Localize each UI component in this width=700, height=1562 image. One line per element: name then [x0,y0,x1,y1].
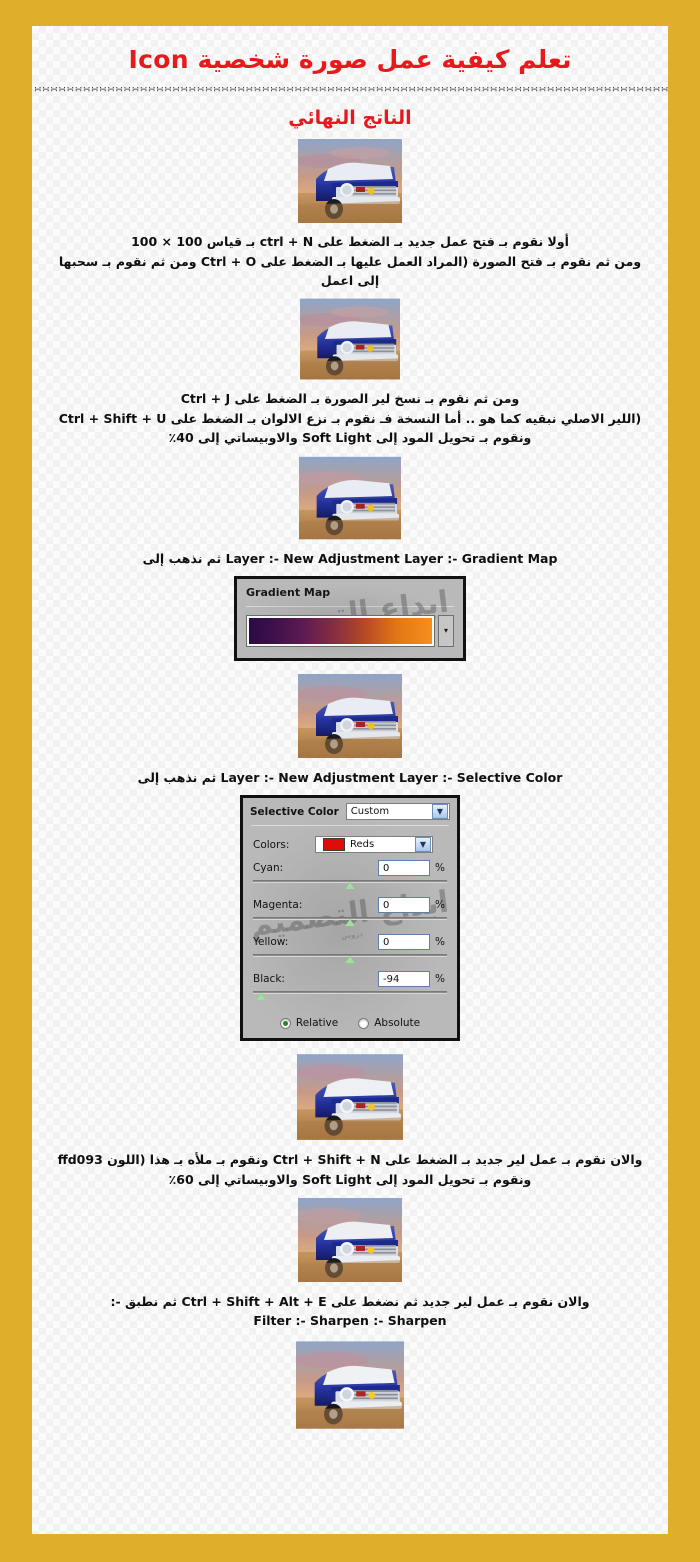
gradient-swatch[interactable] [246,614,435,647]
black-slider[interactable] [253,990,447,1001]
colors-row: Colors: Reds ▼ [253,836,447,854]
preset-dropdown[interactable]: Custom ▼ [345,803,450,821]
cyan-input[interactable]: 0 [378,860,430,877]
radio-selected-icon[interactable] [279,1017,291,1029]
chevron-down-icon[interactable]: ▾ [438,614,454,647]
yellow-unit: % [435,936,445,949]
final-result-heading: الناتج النهائي [288,107,412,130]
slider-track [253,991,447,995]
cyan-row: Cyan: 0 % [253,860,447,877]
step-4-instructions: ثم نذهب إلى Layer :- New Adjustment Laye… [137,769,563,785]
photo-step-1 [300,298,400,380]
selective-color-header: Selective Color Custom ▼ [243,798,457,825]
black-label: Black: [253,973,285,986]
photo-step-4-wrap [32,1053,668,1141]
car-photo-svg [296,1341,404,1429]
photo-final-result [298,139,402,224]
page-title: تعلم كيفية عمل صورة شخصية Icon [128,45,572,74]
photo-step-2-wrap [32,456,668,540]
step-6-instructions: والان نقوم بـ عمل لير جديد ثم نضغط على C… [40,1292,660,1331]
black-unit: % [435,973,445,986]
slider-thumb[interactable] [345,882,355,890]
decorative-divider: ∺∺∺∺∺∺∺∺∺∺∺∺∺∺∺∺∺∺∺∺∺∺∺∺∺∺∺∺∺∺∺∺∺∺∺∺∺∺∺∺… [34,85,668,96]
gradient-map-title: Gradient Map [246,585,331,599]
magenta-label: Magenta: [253,899,303,912]
photo-step-3 [298,673,402,759]
radio-unselected-icon[interactable] [358,1017,370,1029]
gradient-map-dialog-wrap: ابداع التصميم دروس Gradient Map ▾ [32,575,668,661]
magenta-input[interactable]: 0 [378,897,430,914]
photo-final-result-wrap [32,139,668,224]
yellow-row: Yellow: 0 % [253,934,447,951]
cyan-slider[interactable] [253,879,447,890]
black-input[interactable]: -94 [378,971,430,988]
yellow-slider[interactable] [253,953,447,964]
photo-step-4 [297,1053,403,1141]
selective-color-title: Selective Color [250,805,339,818]
black-row: Black: -94 % [253,971,447,988]
photo-step-5-wrap [32,1197,668,1283]
photo-step-3-wrap [32,673,668,759]
yellow-label: Yellow: [253,936,289,949]
color-swatch-icon [323,838,345,852]
preset-value: Custom [350,806,390,818]
step-3-instructions: ثم نذهب إلى Layer :- New Adjustment Laye… [142,550,558,566]
selective-color-body: Colors: Reds ▼ Cyan: 0 % Magenta: 0 % Ye… [243,828,457,1038]
step-2-instructions: ومن ثم نقوم بـ نسخ لير الصورة بـ الضغط ع… [40,389,660,447]
slider-thumb[interactable] [255,993,266,1001]
yellow-input[interactable]: 0 [378,934,430,951]
colors-dropdown[interactable]: Reds ▼ [315,836,433,854]
chevron-down-icon[interactable]: ▼ [415,837,431,853]
photo-step-5 [298,1197,402,1283]
step-5-instructions: والان نقوم بـ عمل لير جديد بـ الضغط على … [40,1150,660,1189]
photo-step-1-wrap [32,298,668,380]
step-5-line-1: والان نقوم بـ عمل لير جديد بـ الضغط على … [57,1152,643,1168]
dialog-separator [251,825,449,827]
gradient-map-dialog[interactable]: ابداع التصميم دروس Gradient Map ▾ [234,575,466,661]
car-photo-svg [298,139,402,224]
colors-label: Colors: [253,838,290,851]
photo-step-2 [299,456,401,540]
photo-step-6 [296,1339,404,1431]
car-photo-svg [298,1198,402,1282]
step-6-line-1: والان نقوم بـ عمل لير جديد ثم نضغط على C… [110,1294,590,1309]
step-2-line-1: ومن ثم نقوم بـ نسخ لير الصورة بـ الضغط ع… [180,391,520,407]
selective-color-dialog-wrap: ابداع التصميم دروس Selective Color Custo… [32,795,668,1042]
dialog-separator [246,605,454,607]
car-photo-svg [297,1054,403,1141]
relative-label: Relative [295,1017,339,1030]
step-6-line-2: Filter :- Sharpen :- Sharpen [253,1313,447,1329]
car-photo-svg [299,456,401,539]
colors-value: Reds [350,839,375,851]
car-photo-svg [298,673,402,758]
step-1-line-1: أولا نقوم بـ فتح عمل جديد بـ الضغط على c… [131,234,569,250]
chevron-down-icon[interactable]: ▼ [432,804,448,820]
step-2-line-3: ونقوم بـ تحويل المود إلى Soft Light والا… [168,430,532,446]
step-5-line-2: ونقوم بـ تحويل المود إلى Soft Light والا… [168,1171,532,1187]
step-1-instructions: أولا نقوم بـ فتح عمل جديد بـ الضغط على c… [40,232,660,290]
relative-radio[interactable]: Relative [279,1017,339,1030]
selective-color-dialog[interactable]: ابداع التصميم دروس Selective Color Custo… [240,795,460,1042]
method-radio-group: Relative Absolute [253,1017,447,1029]
photo-step-6-wrap [32,1339,668,1431]
slider-thumb[interactable] [345,919,355,927]
absolute-radio[interactable]: Absolute [358,1017,420,1029]
step-1-line-2: ومن ثم نقوم بـ فتح الصورة (المراد العمل … [58,253,642,288]
slider-thumb[interactable] [345,956,355,964]
gradient-picker-row[interactable]: ▾ [246,614,454,647]
magenta-row: Magenta: 0 % [253,897,447,914]
magenta-slider[interactable] [253,916,447,927]
magenta-unit: % [435,899,445,912]
tutorial-page: تعلم كيفية عمل صورة شخصية Icon ∺∺∺∺∺∺∺∺∺… [32,26,668,1534]
cyan-unit: % [435,862,445,875]
absolute-label: Absolute [374,1017,421,1030]
car-photo-svg [300,298,400,380]
step-2-line-2: (اللير الاصلي نبقيه كما هو .. أما النسخة… [58,410,642,426]
cyan-label: Cyan: [253,862,284,875]
